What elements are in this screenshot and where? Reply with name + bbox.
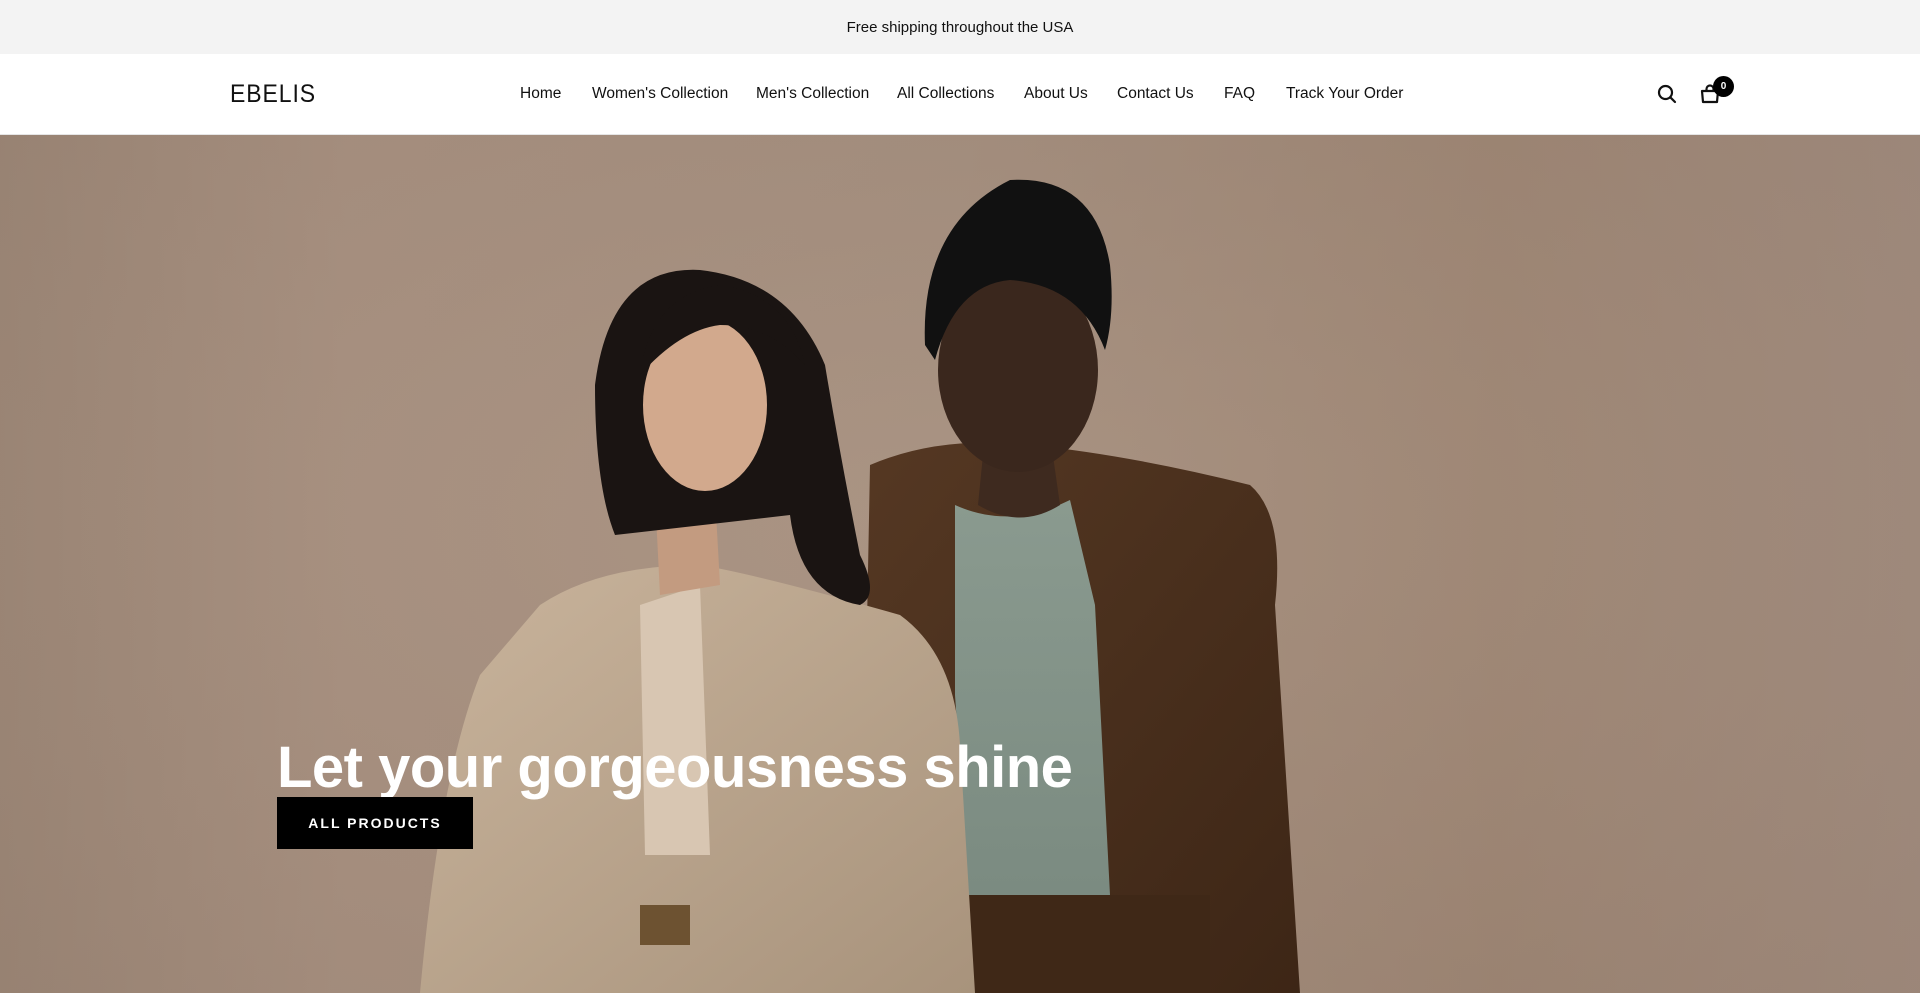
nav-item-faq[interactable]: FAQ	[1224, 85, 1255, 103]
search-button[interactable]	[1655, 82, 1679, 106]
main-nav: Home Women's Collection Men's Collection…	[0, 54, 1920, 135]
nav-item-mens-collection[interactable]: Men's Collection	[756, 85, 869, 103]
site-header: EBELIS Home Women's Collection Men's Col…	[0, 54, 1920, 135]
hero-title: Let your gorgeousness shine	[277, 734, 1073, 800]
cart-count-badge: 0	[1713, 76, 1734, 97]
nav-item-all-collections[interactable]: All Collections	[897, 85, 994, 103]
nav-item-about-us[interactable]: About Us	[1024, 85, 1088, 103]
nav-item-womens-collection[interactable]: Women's Collection	[592, 85, 728, 103]
nav-item-track-your-order[interactable]: Track Your Order	[1286, 85, 1403, 103]
nav-item-contact-us[interactable]: Contact Us	[1117, 85, 1194, 103]
hero-banner: Let your gorgeousness shine ALL PRODUCTS	[0, 135, 1920, 993]
announcement-bar: Free shipping throughout the USA	[0, 0, 1920, 54]
announcement-text: Free shipping throughout the USA	[846, 18, 1074, 36]
all-products-button[interactable]: ALL PRODUCTS	[277, 797, 473, 849]
nav-item-home[interactable]: Home	[520, 85, 561, 103]
search-icon	[1657, 84, 1677, 104]
hero-image	[0, 135, 1920, 993]
